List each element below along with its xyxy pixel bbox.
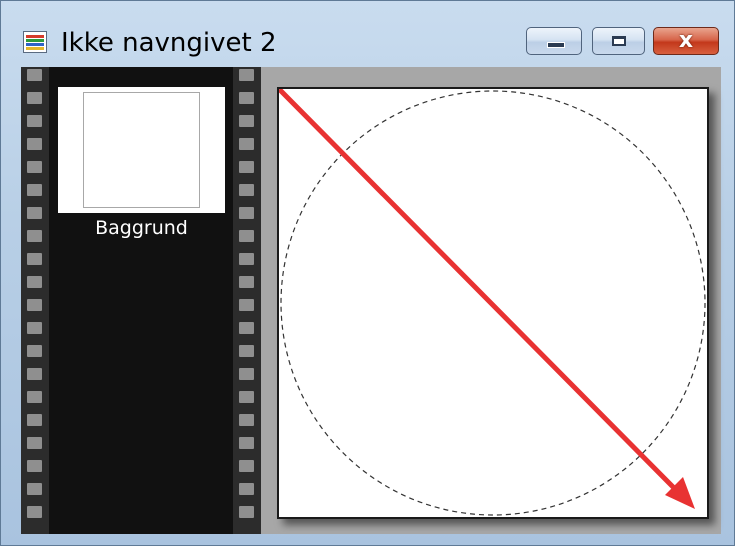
sprocket-hole [239, 460, 254, 472]
sprocket-hole [239, 299, 254, 311]
filmstrip-edge-left [21, 67, 49, 534]
minimize-icon [547, 42, 565, 48]
sprocket-hole [27, 92, 42, 104]
sprocket-hole [27, 161, 42, 173]
layer-thumbnail-preview [83, 92, 200, 208]
sprocket-hole [27, 184, 42, 196]
sprocket-hole [239, 391, 254, 403]
sprocket-hole [239, 92, 254, 104]
sprocket-hole [27, 460, 42, 472]
sprocket-hole [27, 506, 42, 518]
sprocket-hole [239, 437, 254, 449]
filmstrip-edge-right [233, 67, 261, 534]
title-bar[interactable]: Ikke navngivet 2 x [1, 1, 734, 65]
sprocket-hole [27, 391, 42, 403]
sprocket-hole [27, 276, 42, 288]
sprocket-hole [27, 437, 42, 449]
sprocket-hole [239, 345, 254, 357]
layer-thumbnail[interactable] [58, 87, 225, 213]
document-window: Ikke navngivet 2 x Baggrund [0, 0, 735, 546]
image-canvas[interactable] [277, 87, 709, 519]
canvas-workspace [261, 67, 721, 534]
sprocket-hole [27, 322, 42, 334]
window-title: Ikke navngivet 2 [61, 28, 277, 58]
sprocket-hole [27, 230, 42, 242]
close-button[interactable]: x [653, 27, 719, 55]
sprocket-hole [239, 414, 254, 426]
sprocket-hole [239, 230, 254, 242]
sprocket-hole [239, 276, 254, 288]
layers-panel: Baggrund [21, 67, 261, 534]
sprocket-hole [239, 322, 254, 334]
sprocket-hole [27, 253, 42, 265]
sprocket-hole [27, 483, 42, 495]
minimize-button[interactable] [526, 27, 582, 55]
sprocket-hole [27, 69, 42, 81]
document-client-area: Baggrund [21, 67, 721, 534]
sprocket-hole [239, 184, 254, 196]
sprocket-hole [239, 207, 254, 219]
sprocket-hole [239, 161, 254, 173]
sprocket-hole [27, 115, 42, 127]
layer-label[interactable]: Baggrund [58, 217, 225, 239]
sprocket-hole [27, 414, 42, 426]
sprocket-hole [239, 483, 254, 495]
sprocket-hole [239, 115, 254, 127]
sprocket-hole [27, 207, 42, 219]
sprocket-hole [27, 138, 42, 150]
sprocket-hole [27, 368, 42, 380]
canvas-overlay [279, 89, 706, 516]
sprocket-hole [239, 138, 254, 150]
image-document-icon [23, 31, 47, 53]
maximize-button[interactable] [592, 27, 645, 55]
sprocket-hole [239, 69, 254, 81]
maximize-icon [612, 36, 626, 46]
close-icon: x [678, 28, 694, 53]
sprocket-hole [27, 345, 42, 357]
annotation-arrow-line [279, 89, 682, 496]
sprocket-hole [27, 299, 42, 311]
sprocket-hole [239, 368, 254, 380]
sprocket-hole [239, 506, 254, 518]
sprocket-hole [239, 253, 254, 265]
